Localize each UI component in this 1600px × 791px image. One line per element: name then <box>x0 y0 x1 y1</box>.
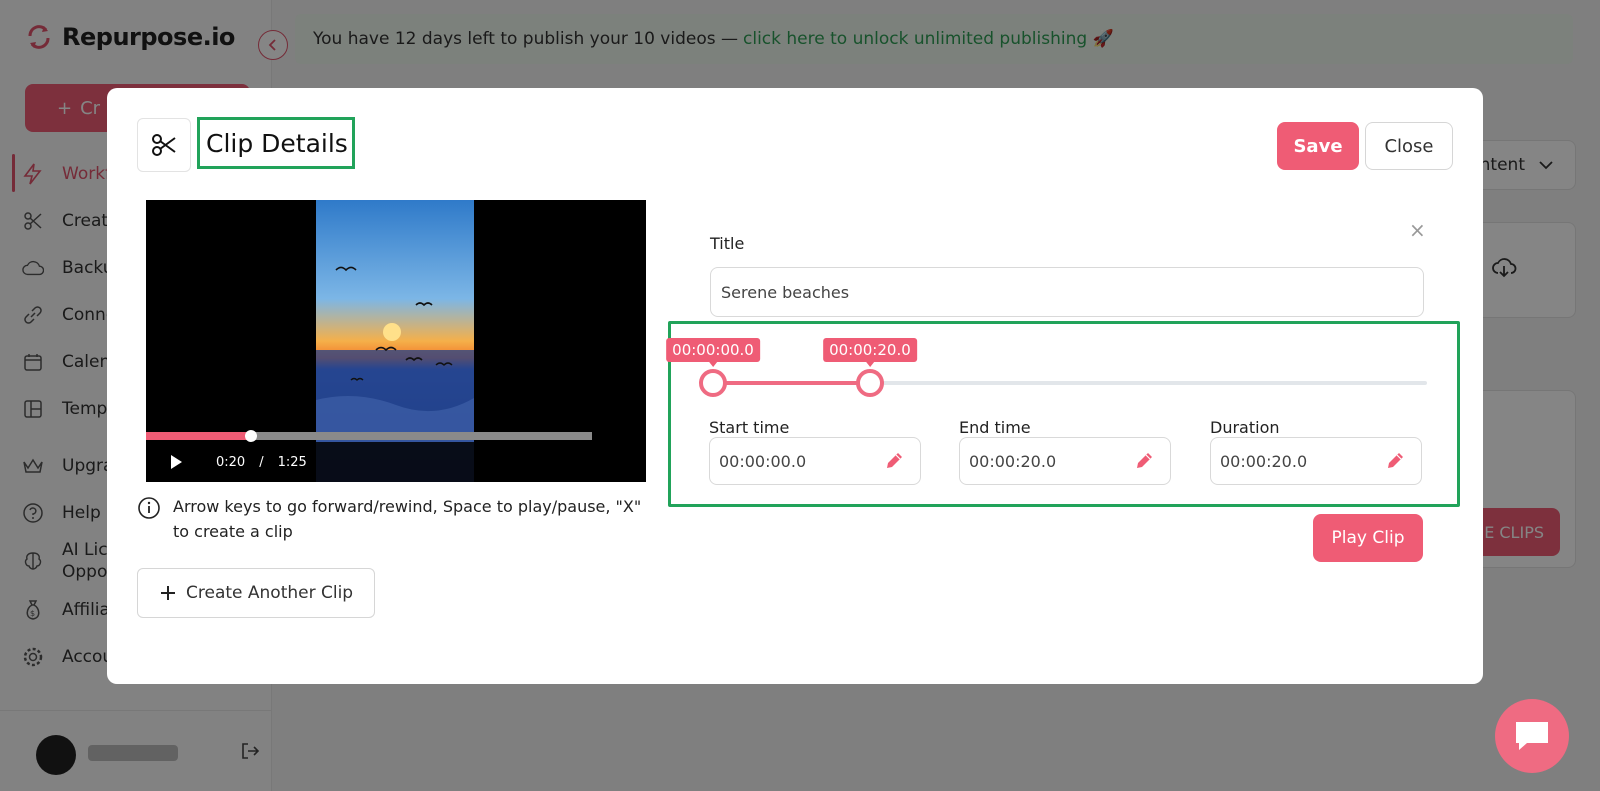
start-time-input[interactable]: 00:00:00.0 <box>709 437 921 485</box>
clip-range-fill <box>713 381 870 385</box>
end-time-value: 00:00:20.0 <box>969 452 1056 471</box>
start-time-value: 00:00:00.0 <box>719 452 806 471</box>
duration-input[interactable]: 00:00:20.0 <box>1210 437 1422 485</box>
video-current-time: 0:20 <box>216 455 245 470</box>
video-player[interactable]: 0:20 / 1:25 <box>146 200 646 482</box>
create-another-clip-label: Create Another Clip <box>186 583 353 603</box>
clip-range-section: 00:00:00.0 00:00:20.0 Start time 00:00:0… <box>668 321 1460 507</box>
save-button[interactable]: Save <box>1277 122 1359 170</box>
end-handle[interactable] <box>856 369 884 397</box>
video-controls: 0:20 / 1:25 <box>146 442 646 482</box>
clip-close-icon[interactable]: × <box>1409 218 1426 242</box>
start-time-label: Start time <box>709 418 789 437</box>
duration-label: Duration <box>1210 418 1280 437</box>
video-time-separator: / <box>259 455 263 470</box>
pencil-icon[interactable] <box>1134 451 1154 471</box>
video-progress-knob[interactable] <box>245 430 257 442</box>
keyboard-hint: Arrow keys to go forward/rewind, Space t… <box>137 494 647 544</box>
pencil-icon[interactable] <box>884 451 904 471</box>
chat-support-button[interactable] <box>1495 699 1569 773</box>
plus-icon <box>160 585 176 601</box>
start-handle[interactable] <box>699 369 727 397</box>
keyboard-hint-text: Arrow keys to go forward/rewind, Space t… <box>173 494 647 544</box>
chat-icon <box>1513 719 1551 753</box>
start-time-tooltip: 00:00:00.0 <box>666 338 760 362</box>
scissors-icon <box>150 131 178 159</box>
title-input[interactable] <box>710 267 1424 317</box>
end-time-input[interactable]: 00:00:20.0 <box>959 437 1171 485</box>
close-button[interactable]: Close <box>1365 122 1453 170</box>
video-progress-fill <box>146 432 251 440</box>
end-time-tooltip: 00:00:20.0 <box>823 338 917 362</box>
duration-value: 00:00:20.0 <box>1220 452 1307 471</box>
end-time-label: End time <box>959 418 1031 437</box>
play-icon[interactable] <box>168 454 184 470</box>
clip-icon-box <box>137 118 191 172</box>
video-duration: 1:25 <box>278 455 307 470</box>
pencil-icon[interactable] <box>1385 451 1405 471</box>
play-clip-button[interactable]: Play Clip <box>1313 514 1423 562</box>
title-label: Title <box>710 234 744 253</box>
create-another-clip-button[interactable]: Create Another Clip <box>137 568 375 618</box>
info-icon <box>137 496 161 520</box>
modal-title: Clip Details <box>197 117 355 169</box>
clip-details-modal: Clip Details Save Close <box>107 88 1483 684</box>
